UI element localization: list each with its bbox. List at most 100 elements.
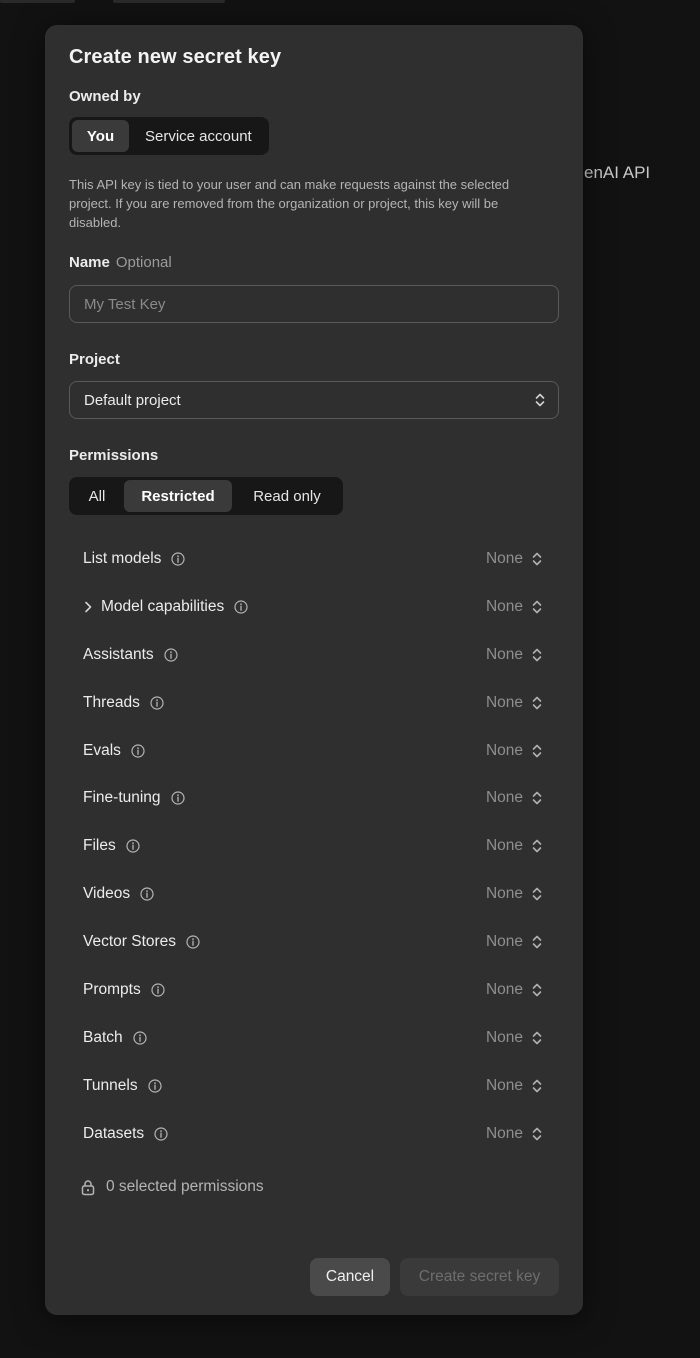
permission-level-value: None (485, 933, 523, 951)
permission-level-select[interactable]: None (486, 598, 543, 616)
permission-row-evals: Evals None (83, 727, 543, 775)
permission-label-group: Batch (83, 1029, 147, 1047)
permissions-read-only-option[interactable]: Read only (234, 480, 340, 512)
permission-level-value: None (485, 980, 523, 998)
permission-label: Model capabilities (101, 597, 225, 615)
permission-label-group: List models (83, 549, 186, 568)
permission-level-value: None (485, 837, 523, 855)
permission-level-select[interactable]: None (486, 837, 543, 855)
permission-label: List models (83, 549, 162, 567)
updown-chevron-icon (531, 838, 543, 854)
info-icon[interactable] (131, 743, 145, 758)
selected-permissions-count: 0 selected permissions (106, 1178, 264, 1195)
info-icon[interactable] (126, 839, 140, 853)
updown-chevron-icon (531, 1030, 543, 1046)
permission-level-value: None (485, 741, 523, 759)
updown-chevron-icon (531, 886, 543, 902)
permissions-segmented-control: All Restricted Read only (69, 477, 343, 515)
permission-level-value: None (485, 789, 523, 807)
permission-label: Evals (83, 741, 121, 759)
api-key-description: This API key is tied to your user and ca… (69, 177, 510, 230)
permission-level-select[interactable]: None (486, 694, 543, 712)
permission-level-select[interactable]: None (486, 1029, 543, 1047)
permission-label-group: Tunnels (83, 1077, 162, 1095)
updown-chevron-icon (531, 695, 543, 711)
updown-chevron-icon (534, 392, 546, 408)
permission-level-select[interactable]: None (486, 933, 543, 951)
permission-level-value: None (485, 1028, 523, 1046)
project-select[interactable]: Default project (69, 381, 559, 419)
name-optional-hint: Optional (115, 254, 172, 271)
updown-chevron-icon (531, 982, 543, 998)
permission-row-videos: Videos None (83, 870, 543, 918)
owned-by-you-option[interactable]: You (72, 120, 129, 152)
permission-row-vector-stores: Vector Stores None (83, 918, 543, 966)
permissions-restricted-option[interactable]: Restricted (124, 480, 232, 512)
permission-level-select[interactable]: None (486, 742, 543, 760)
updown-chevron-icon (531, 934, 543, 950)
permission-row-model-capabilities[interactable]: Model capabilities None (83, 583, 543, 631)
permission-label: Prompts (83, 980, 141, 998)
permissions-list: List models None Model capabilities None Ass… (83, 535, 543, 1158)
permission-level-select[interactable]: None (486, 981, 543, 999)
project-select-value: Default project (84, 391, 181, 409)
cancel-button[interactable]: Cancel (310, 1258, 390, 1296)
name-label-row: Name Optional (69, 254, 172, 271)
updown-chevron-icon (531, 743, 543, 759)
permission-label: Datasets (83, 1124, 145, 1142)
info-icon[interactable] (234, 600, 248, 614)
info-icon[interactable] (170, 791, 185, 805)
info-icon[interactable] (151, 983, 165, 997)
permission-label: Files (83, 837, 116, 855)
info-icon[interactable] (186, 935, 200, 949)
permission-level-select[interactable]: None (486, 550, 543, 568)
info-icon[interactable] (150, 696, 164, 710)
permission-label-group: Files (83, 837, 140, 855)
permission-level-select[interactable]: None (486, 646, 543, 664)
info-icon[interactable] (171, 552, 186, 566)
permission-level-value: None (485, 693, 523, 711)
permission-label-group: Model capabilities (83, 598, 248, 616)
permission-level-select[interactable]: None (486, 885, 543, 903)
permission-level-select[interactable]: None (486, 789, 543, 807)
permission-level-value: None (485, 1124, 523, 1142)
info-icon[interactable] (133, 1031, 147, 1045)
permission-label-group: Evals (83, 742, 145, 760)
create-secret-key-button[interactable]: Create secret key (400, 1258, 559, 1296)
create-secret-key-dialog: Create new secret key Owned by You Servi… (45, 25, 583, 1315)
info-icon[interactable] (164, 648, 178, 662)
info-icon[interactable] (147, 1079, 162, 1093)
permission-label-group: Vector Stores (83, 933, 200, 951)
info-icon[interactable] (154, 1127, 168, 1141)
permission-row-tunnels: Tunnels None (83, 1062, 543, 1110)
owned-by-segmented-control: You Service account (69, 117, 269, 155)
name-label: Name (69, 254, 110, 271)
permission-level-value: None (485, 549, 523, 567)
selected-permissions-summary: 0 selected permissions (80, 1178, 264, 1196)
permission-level-value: None (485, 885, 523, 903)
owned-by-service-account-option[interactable]: Service account (131, 120, 266, 152)
permission-level-select[interactable]: None (486, 1125, 543, 1143)
permission-label: Fine-tuning (83, 789, 161, 807)
permission-row-files: Files None (83, 822, 543, 870)
permission-label: Videos (83, 885, 131, 903)
permission-label: Threads (83, 693, 140, 711)
permission-label: Tunnels (83, 1076, 138, 1094)
updown-chevron-icon (531, 647, 543, 663)
name-input[interactable] (69, 285, 559, 323)
permission-row-prompts: Prompts None (83, 966, 543, 1014)
permission-level-select[interactable]: None (486, 1077, 543, 1095)
owned-by-label: Owned by (69, 88, 141, 105)
permission-label: Vector Stores (83, 933, 177, 951)
permission-label: Assistants (83, 645, 154, 663)
updown-chevron-icon (531, 551, 543, 567)
info-icon[interactable] (140, 887, 154, 901)
permission-level-value: None (485, 645, 523, 663)
permission-row-threads: Threads None (83, 679, 543, 727)
permission-label: Batch (83, 1028, 123, 1046)
updown-chevron-icon (531, 1126, 543, 1142)
permission-row-datasets: Datasets None (83, 1110, 543, 1158)
chevron-right-icon[interactable] (83, 600, 93, 614)
background-tab-left (0, 0, 75, 3)
permissions-all-option[interactable]: All (72, 480, 122, 512)
